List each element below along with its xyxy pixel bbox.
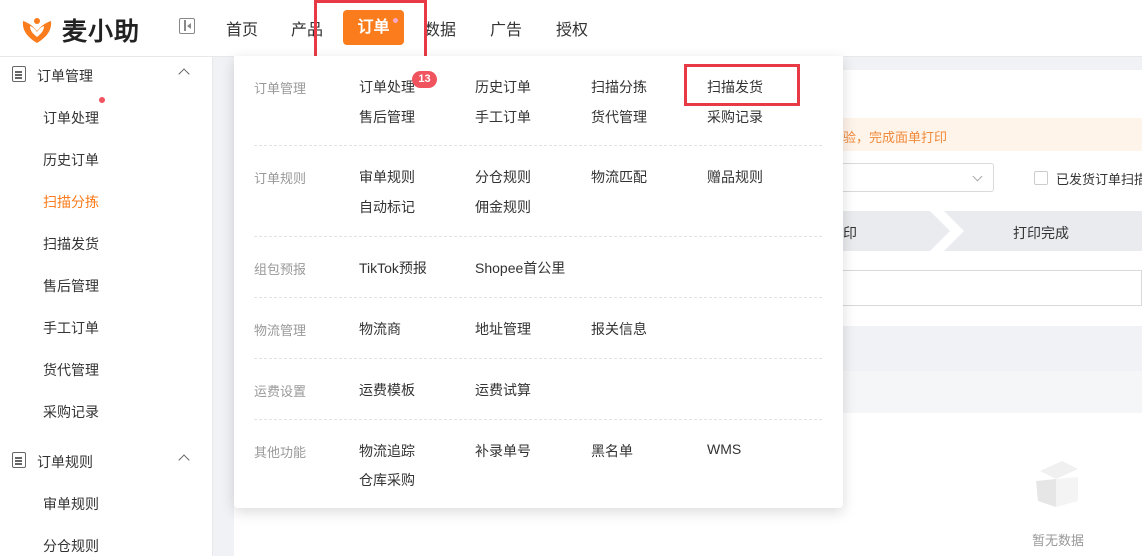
menu-link-commission-rules[interactable]: 佣金规则	[475, 197, 531, 217]
nav-orders-dot	[393, 18, 398, 23]
clipboard-icon	[12, 66, 26, 82]
menu-link-review-rules[interactable]: 审单规则	[359, 167, 415, 187]
nav-data[interactable]: 数据	[424, 16, 456, 40]
menu-link-after-sales[interactable]: 售后管理	[359, 107, 415, 127]
menu-link-forwarder[interactable]: 货代管理	[591, 107, 647, 127]
menu-link-blacklist[interactable]: 黑名单	[591, 441, 633, 461]
sidebar-group-label: 订单管理	[37, 68, 93, 84]
sidebar-group-order-management[interactable]: 订单管理	[0, 57, 212, 93]
nav-home[interactable]: 首页	[226, 16, 258, 40]
menu-link-warehouse-rules[interactable]: 分仓规则	[475, 167, 531, 187]
menu-link-history-orders[interactable]: 历史订单	[475, 77, 531, 97]
menu-link-order-processing[interactable]: 订单处理	[359, 77, 415, 97]
sidebar-item-forwarder[interactable]: 货代管理	[43, 360, 99, 380]
sidebar: 订单管理 订单处理 历史订单 扫描分拣 扫描发货 售后管理 手工订单 货代管理 …	[0, 57, 213, 556]
menu-link-fee-calculator[interactable]: 运费试算	[475, 380, 531, 400]
sidebar-item-review-rules[interactable]: 审单规则	[43, 494, 99, 514]
logo-icon	[22, 18, 52, 43]
sidebar-item-scan-ship[interactable]: 扫描发货	[43, 234, 99, 254]
sidebar-collapse-icon[interactable]	[179, 18, 195, 34]
menu-link-shopee-first-mile[interactable]: Shopee首公里	[475, 258, 565, 278]
nav-products[interactable]: 产品	[291, 16, 323, 40]
menu-divider	[254, 236, 822, 237]
notice-banner: 验，完成面单打印	[840, 118, 1142, 151]
menu-link-tiktok-forecast[interactable]: TikTok预报	[359, 258, 427, 278]
sidebar-group-order-rules[interactable]: 订单规则	[0, 443, 212, 479]
menu-link-wms[interactable]: WMS	[707, 441, 741, 457]
nav-ads[interactable]: 广告	[490, 16, 522, 40]
sidebar-item-scan-sort[interactable]: 扫描分拣	[43, 192, 99, 212]
notification-dot	[99, 97, 105, 103]
orders-mega-menu: 订单管理 订单处理 13 历史订单 扫描分拣 扫描发货 售后管理 手工订单 货代…	[234, 56, 843, 508]
progress-steps	[840, 211, 1142, 251]
sidebar-item-history-orders[interactable]: 历史订单	[43, 150, 99, 170]
menu-link-gift-rules[interactable]: 赠品规则	[707, 167, 763, 187]
app-name: 麦小助	[62, 18, 141, 46]
menu-divider	[254, 419, 822, 420]
menu-link-carriers[interactable]: 物流商	[359, 319, 401, 339]
menu-divider	[254, 145, 822, 146]
menu-category-logistics: 物流管理	[254, 323, 307, 338]
empty-state-text: 暂无数据	[1032, 533, 1085, 548]
menu-link-purchase-records[interactable]: 采购记录	[707, 107, 763, 127]
top-navbar: 麦小助 首页 产品 订单 数据 广告 授权	[0, 0, 1142, 57]
nav-auth[interactable]: 授权	[556, 16, 588, 40]
menu-link-add-tracking-number[interactable]: 补录单号	[475, 441, 531, 461]
menu-category-order-management: 订单管理	[254, 81, 307, 96]
menu-link-tracking[interactable]: 物流追踪	[359, 441, 415, 461]
sidebar-group-label: 订单规则	[37, 454, 93, 470]
menu-divider	[254, 358, 822, 359]
menu-link-fee-template[interactable]: 运费模板	[359, 380, 415, 400]
empty-box-icon	[1036, 461, 1078, 507]
menu-link-customs-info[interactable]: 报关信息	[591, 319, 647, 339]
chevron-down-icon	[972, 171, 983, 182]
menu-category-package-forecast: 组包预报	[254, 262, 307, 277]
sidebar-item-after-sales[interactable]: 售后管理	[43, 276, 99, 296]
menu-link-scan-sort[interactable]: 扫描分拣	[591, 77, 647, 97]
nav-orders-label: 订单	[357, 19, 390, 36]
menu-link-scan-ship[interactable]: 扫描发货	[707, 77, 763, 97]
notice-text: 验，完成面单打印	[843, 130, 948, 145]
order-count-badge: 13	[412, 71, 437, 88]
sidebar-item-order-processing[interactable]: 订单处理	[43, 108, 99, 128]
menu-category-order-rules: 订单规则	[254, 171, 307, 186]
app-logo[interactable]: 麦小助	[20, 12, 140, 48]
checkbox-label: 已发货订单扫描	[1056, 172, 1142, 187]
menu-divider	[254, 297, 822, 298]
menu-link-warehouse-purchase[interactable]: 仓库采购	[359, 470, 415, 490]
document-icon	[12, 452, 26, 468]
sidebar-item-manual-orders[interactable]: 手工订单	[43, 318, 99, 338]
chevron-up-icon	[178, 68, 190, 80]
menu-category-other: 其他功能	[254, 445, 307, 460]
shipped-orders-checkbox[interactable]	[1034, 171, 1048, 185]
nav-orders[interactable]: 订单	[343, 10, 404, 45]
sidebar-item-purchase-records[interactable]: 采购记录	[43, 402, 99, 422]
menu-link-logistics-match[interactable]: 物流匹配	[591, 167, 647, 187]
menu-link-auto-tag[interactable]: 自动标记	[359, 197, 415, 217]
table-header	[840, 371, 1142, 413]
scan-input[interactable]	[840, 270, 1142, 306]
step-print-label: 印	[843, 225, 857, 241]
menu-link-manual-orders[interactable]: 手工订单	[475, 107, 531, 127]
dropdown-select[interactable]	[840, 163, 994, 192]
sidebar-item-warehouse-rules[interactable]: 分仓规则	[43, 536, 99, 556]
menu-category-shipping-fees: 运费设置	[254, 384, 307, 399]
chevron-up-icon	[178, 454, 190, 466]
step-print-done-label: 打印完成	[1013, 225, 1069, 241]
menu-link-address-management[interactable]: 地址管理	[475, 319, 531, 339]
